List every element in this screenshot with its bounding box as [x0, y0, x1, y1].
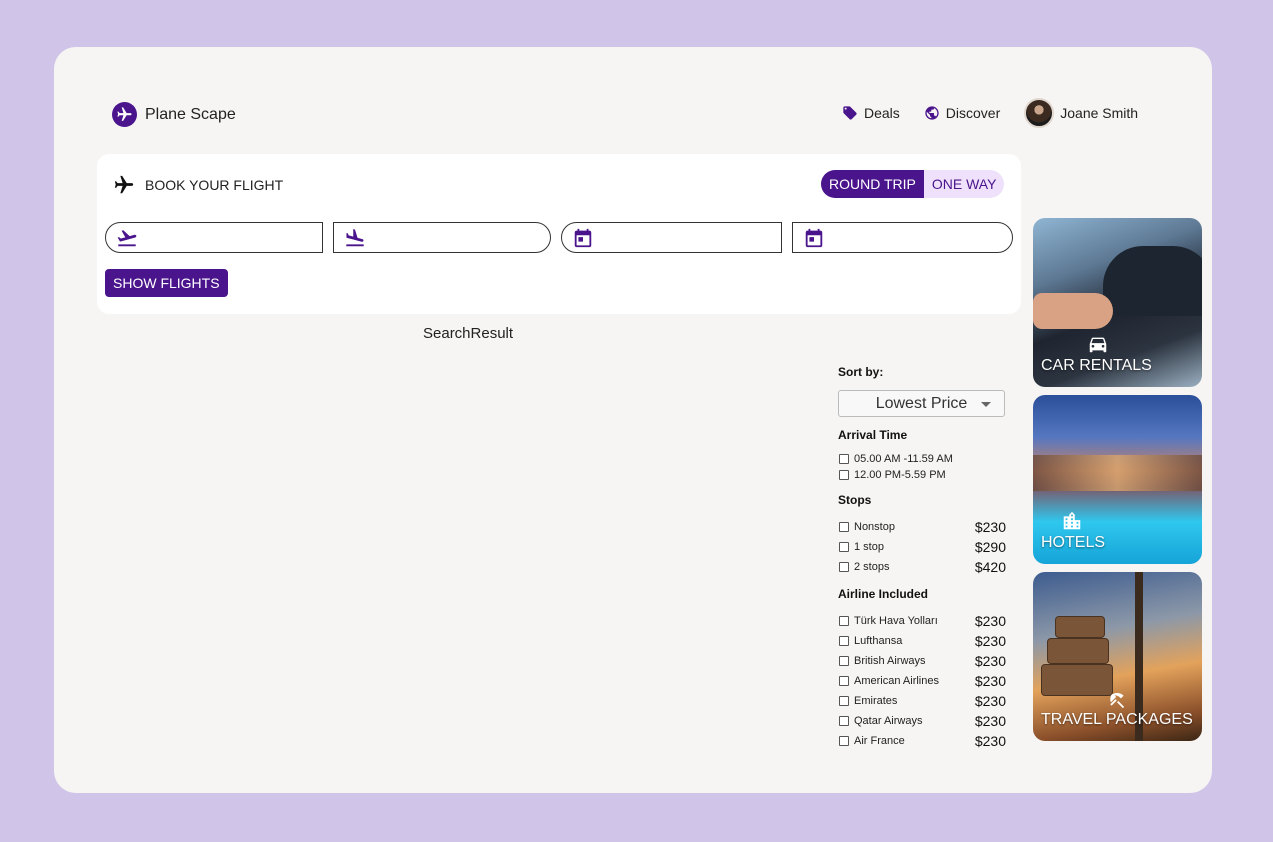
- trip-type-toggle: ROUND TRIP ONE WAY: [821, 170, 1005, 198]
- calendar-icon: [574, 228, 592, 247]
- filters-panel: Sort by: Lowest Price Arrival Time 05.00…: [838, 365, 1006, 751]
- airline-option: Qatar Airways $230: [838, 711, 1006, 731]
- booking-card: BOOK YOUR FLIGHT ROUND TRIP ONE WAY SHOW…: [97, 154, 1021, 314]
- departure-airport-input[interactable]: [146, 230, 322, 245]
- app-container: Plane Scape Deals Discover Joane Smith B…: [54, 47, 1212, 793]
- arrival-option: 05.00 AM -11.59 AM: [838, 451, 1006, 467]
- checkbox[interactable]: [839, 656, 849, 666]
- one-way-button[interactable]: ONE WAY: [923, 170, 1005, 198]
- hotel-icon: [1063, 511, 1081, 530]
- return-date-input[interactable]: [833, 230, 1012, 245]
- checkbox[interactable]: [839, 676, 849, 686]
- sort-label: Sort by:: [838, 365, 884, 379]
- suitcase-image: [1047, 638, 1109, 664]
- airline-option: Türk Hava Yolları $230: [838, 611, 1006, 631]
- travel-packages-tile[interactable]: TRAVEL PACKAGES: [1033, 572, 1202, 741]
- airline-option: Emirates $230: [838, 691, 1006, 711]
- sort-select-value: Lowest Price: [875, 394, 968, 412]
- stops-label: Stops: [838, 493, 872, 507]
- brand[interactable]: Plane Scape: [112, 102, 236, 127]
- checkbox[interactable]: [839, 616, 849, 626]
- booking-title-text: BOOK YOUR FLIGHT: [145, 177, 284, 193]
- travel-packages-label: TRAVEL PACKAGES: [1041, 711, 1193, 728]
- stop-option: Nonstop $230: [838, 517, 1006, 537]
- sort-select[interactable]: Lowest Price: [838, 390, 1005, 417]
- resort-image: [1033, 455, 1202, 491]
- airline-option: Lufthansa $230: [838, 631, 1006, 651]
- stop-option: 2 stops $420: [838, 557, 1006, 577]
- hand-with-key-image: [1033, 293, 1113, 329]
- checkbox[interactable]: [839, 542, 849, 552]
- globe-icon: [925, 106, 939, 120]
- tag-icon: [843, 106, 857, 120]
- car-rentals-label: CAR RENTALS: [1041, 357, 1152, 374]
- calendar-icon: [805, 228, 823, 247]
- brand-name: Plane Scape: [145, 105, 236, 123]
- suitcase-image: [1055, 616, 1105, 638]
- airplane-icon: [114, 175, 134, 194]
- top-nav: Deals Discover Joane Smith: [842, 98, 1138, 128]
- nav-deals-label: Deals: [864, 105, 900, 121]
- flight-land-icon: [346, 228, 364, 246]
- user-menu[interactable]: Joane Smith: [1024, 98, 1138, 128]
- arrival-time-label: Arrival Time: [838, 428, 908, 442]
- arrival-option: 12.00 PM-5.59 PM: [838, 467, 1006, 483]
- booking-title: BOOK YOUR FLIGHT: [113, 174, 283, 196]
- flight-takeoff-icon: [117, 229, 137, 246]
- airline-option: British Airways $230: [838, 651, 1006, 671]
- user-name: Joane Smith: [1060, 105, 1139, 121]
- nav-discover-label: Discover: [945, 105, 1001, 121]
- suitcase-image: [1041, 664, 1113, 696]
- arrival-airport-field[interactable]: [333, 222, 551, 253]
- show-flights-button[interactable]: SHOW FLIGHTS: [105, 269, 228, 297]
- hotels-tile[interactable]: HOTELS: [1033, 395, 1202, 564]
- airplane-icon: [112, 102, 137, 127]
- search-result-label: SearchResult: [423, 325, 514, 342]
- stop-option: 1 stop $290: [838, 537, 1006, 557]
- depart-date-input[interactable]: [602, 230, 781, 245]
- nav-deals[interactable]: Deals: [842, 105, 900, 121]
- checkbox[interactable]: [839, 470, 849, 480]
- car-rentals-tile[interactable]: CAR RENTALS: [1033, 218, 1202, 387]
- airline-option: American Airlines $230: [838, 671, 1006, 691]
- return-date-field[interactable]: [792, 222, 1013, 253]
- nav-discover[interactable]: Discover: [924, 105, 1000, 121]
- airline-included-label: Airline Included: [838, 587, 929, 601]
- checkbox[interactable]: [839, 454, 849, 464]
- caret-down-icon: [981, 402, 991, 407]
- checkbox[interactable]: [839, 636, 849, 646]
- round-trip-button[interactable]: ROUND TRIP: [821, 170, 924, 198]
- arrival-airport-input[interactable]: [374, 230, 550, 245]
- depart-date-field[interactable]: [561, 222, 782, 253]
- departure-airport-field[interactable]: [105, 222, 323, 253]
- beach-umbrella-icon: [1110, 693, 1125, 709]
- checkbox[interactable]: [839, 696, 849, 706]
- checkbox[interactable]: [839, 562, 849, 572]
- car-icon: [1089, 337, 1107, 353]
- airline-option: Air France $230: [838, 731, 1006, 751]
- checkbox[interactable]: [839, 522, 849, 532]
- avatar: [1024, 98, 1055, 128]
- hotels-label: HOTELS: [1041, 534, 1106, 551]
- checkbox[interactable]: [839, 716, 849, 726]
- car-image: [1103, 246, 1202, 316]
- checkbox[interactable]: [839, 736, 849, 746]
